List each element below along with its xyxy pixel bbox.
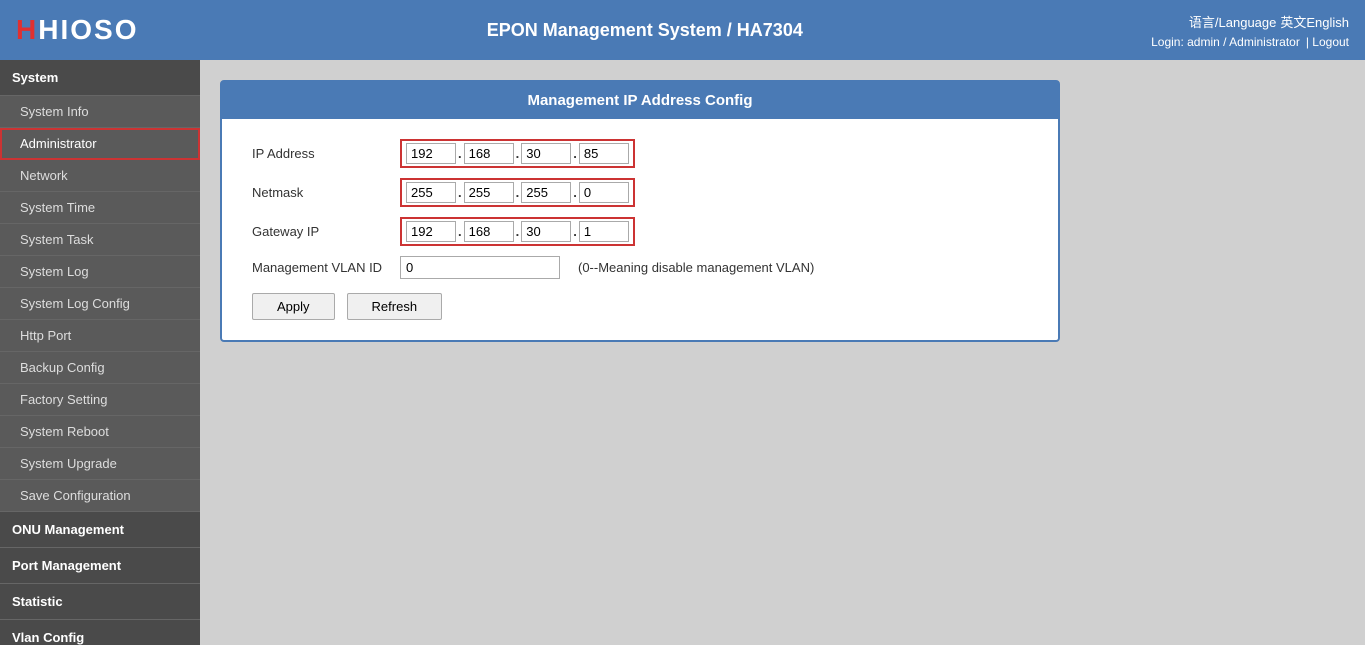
gateway-octet-2[interactable] (464, 221, 514, 242)
vlan-id-row: Management VLAN ID (0--Meaning disable m… (252, 256, 1028, 279)
content-area: Management IP Address Config IP Address … (200, 60, 1365, 645)
sidebar-item-factory-setting[interactable]: Factory Setting (0, 384, 200, 416)
card-body: IP Address . . . Netmask (222, 119, 1058, 340)
logo-icon: H (16, 14, 38, 45)
ip-octet-2[interactable] (464, 143, 514, 164)
netmask-octet-4[interactable] (579, 182, 629, 203)
sidebar-item-administrator[interactable]: Administrator (0, 128, 200, 160)
gateway-dot-2: . (514, 224, 522, 239)
sidebar-item-system-time[interactable]: System Time (0, 192, 200, 224)
management-ip-card: Management IP Address Config IP Address … (220, 80, 1060, 342)
main-layout: SystemSystem InfoAdministratorNetworkSys… (0, 60, 1365, 645)
ip-octet-3[interactable] (521, 143, 571, 164)
ip-address-row: IP Address . . . (252, 139, 1028, 168)
apply-button[interactable]: Apply (252, 293, 335, 320)
netmask-row: Netmask . . . (252, 178, 1028, 207)
netmask-dot-2: . (514, 185, 522, 200)
sidebar-item-system-task[interactable]: System Task (0, 224, 200, 256)
language-label: 语言/Language (1189, 12, 1276, 31)
sidebar-item-network[interactable]: Network (0, 160, 200, 192)
sidebar-item-system-log-config[interactable]: System Log Config (0, 288, 200, 320)
ip-dot-3: . (571, 146, 579, 161)
sidebar-item-system-reboot[interactable]: System Reboot (0, 416, 200, 448)
sidebar: SystemSystem InfoAdministratorNetworkSys… (0, 60, 200, 645)
netmask-dot-1: . (456, 185, 464, 200)
gateway-octet-1[interactable] (406, 221, 456, 242)
buttons-row: Apply Refresh (252, 293, 1028, 320)
sidebar-item-system-upgrade[interactable]: System Upgrade (0, 448, 200, 480)
login-area: Login: admin / Administrator | Logout (1151, 35, 1349, 49)
app-title: EPON Management System / HA7304 (138, 20, 1151, 41)
ip-dot-2: . (514, 146, 522, 161)
sidebar-item-system-info[interactable]: System Info (0, 96, 200, 128)
login-text: Login: admin / Administrator (1151, 35, 1300, 49)
sidebar-item-save-configuration[interactable]: Save Configuration (0, 480, 200, 512)
sidebar-item-system-log[interactable]: System Log (0, 256, 200, 288)
sidebar-section-port-management[interactable]: Port Management (0, 548, 200, 584)
ip-octet-1[interactable] (406, 143, 456, 164)
ip-octet-4[interactable] (579, 143, 629, 164)
logo-rest: HIOSO (38, 14, 138, 45)
logo: HHIOSO (16, 14, 138, 46)
sidebar-section-vlan-config[interactable]: Vlan Config (0, 620, 200, 645)
ip-dot-1: . (456, 146, 464, 161)
gateway-row: Gateway IP . . . (252, 217, 1028, 246)
gateway-octet-4[interactable] (579, 221, 629, 242)
ip-address-label: IP Address (252, 146, 392, 161)
sidebar-section-statistic[interactable]: Statistic (0, 584, 200, 620)
vlan-id-label: Management VLAN ID (252, 260, 392, 275)
gateway-fields: . . . (400, 217, 635, 246)
netmask-octet-3[interactable] (521, 182, 571, 203)
card-title: Management IP Address Config (222, 82, 1058, 119)
sidebar-item-backup-config[interactable]: Backup Config (0, 352, 200, 384)
gateway-dot-3: . (571, 224, 579, 239)
sidebar-section-system[interactable]: System (0, 60, 200, 96)
header-right: 语言/Language 英文English Login: admin / Adm… (1151, 12, 1349, 49)
ip-address-fields: . . . (400, 139, 635, 168)
netmask-label: Netmask (252, 185, 392, 200)
logo-area: HHIOSO (16, 14, 138, 46)
netmask-fields: . . . (400, 178, 635, 207)
gateway-label: Gateway IP (252, 224, 392, 239)
sidebar-section-onu-management[interactable]: ONU Management (0, 512, 200, 548)
language-area[interactable]: 语言/Language 英文English (1189, 12, 1349, 31)
vlan-note: (0--Meaning disable management VLAN) (578, 260, 814, 275)
header: HHIOSO EPON Management System / HA7304 语… (0, 0, 1365, 60)
gateway-dot-1: . (456, 224, 464, 239)
vlan-id-input[interactable] (400, 256, 560, 279)
language-value[interactable]: 英文English (1280, 12, 1349, 31)
logout-link[interactable]: | Logout (1306, 35, 1349, 49)
gateway-octet-3[interactable] (521, 221, 571, 242)
sidebar-item-http-port[interactable]: Http Port (0, 320, 200, 352)
netmask-octet-1[interactable] (406, 182, 456, 203)
netmask-dot-3: . (571, 185, 579, 200)
netmask-octet-2[interactable] (464, 182, 514, 203)
refresh-button[interactable]: Refresh (347, 293, 443, 320)
